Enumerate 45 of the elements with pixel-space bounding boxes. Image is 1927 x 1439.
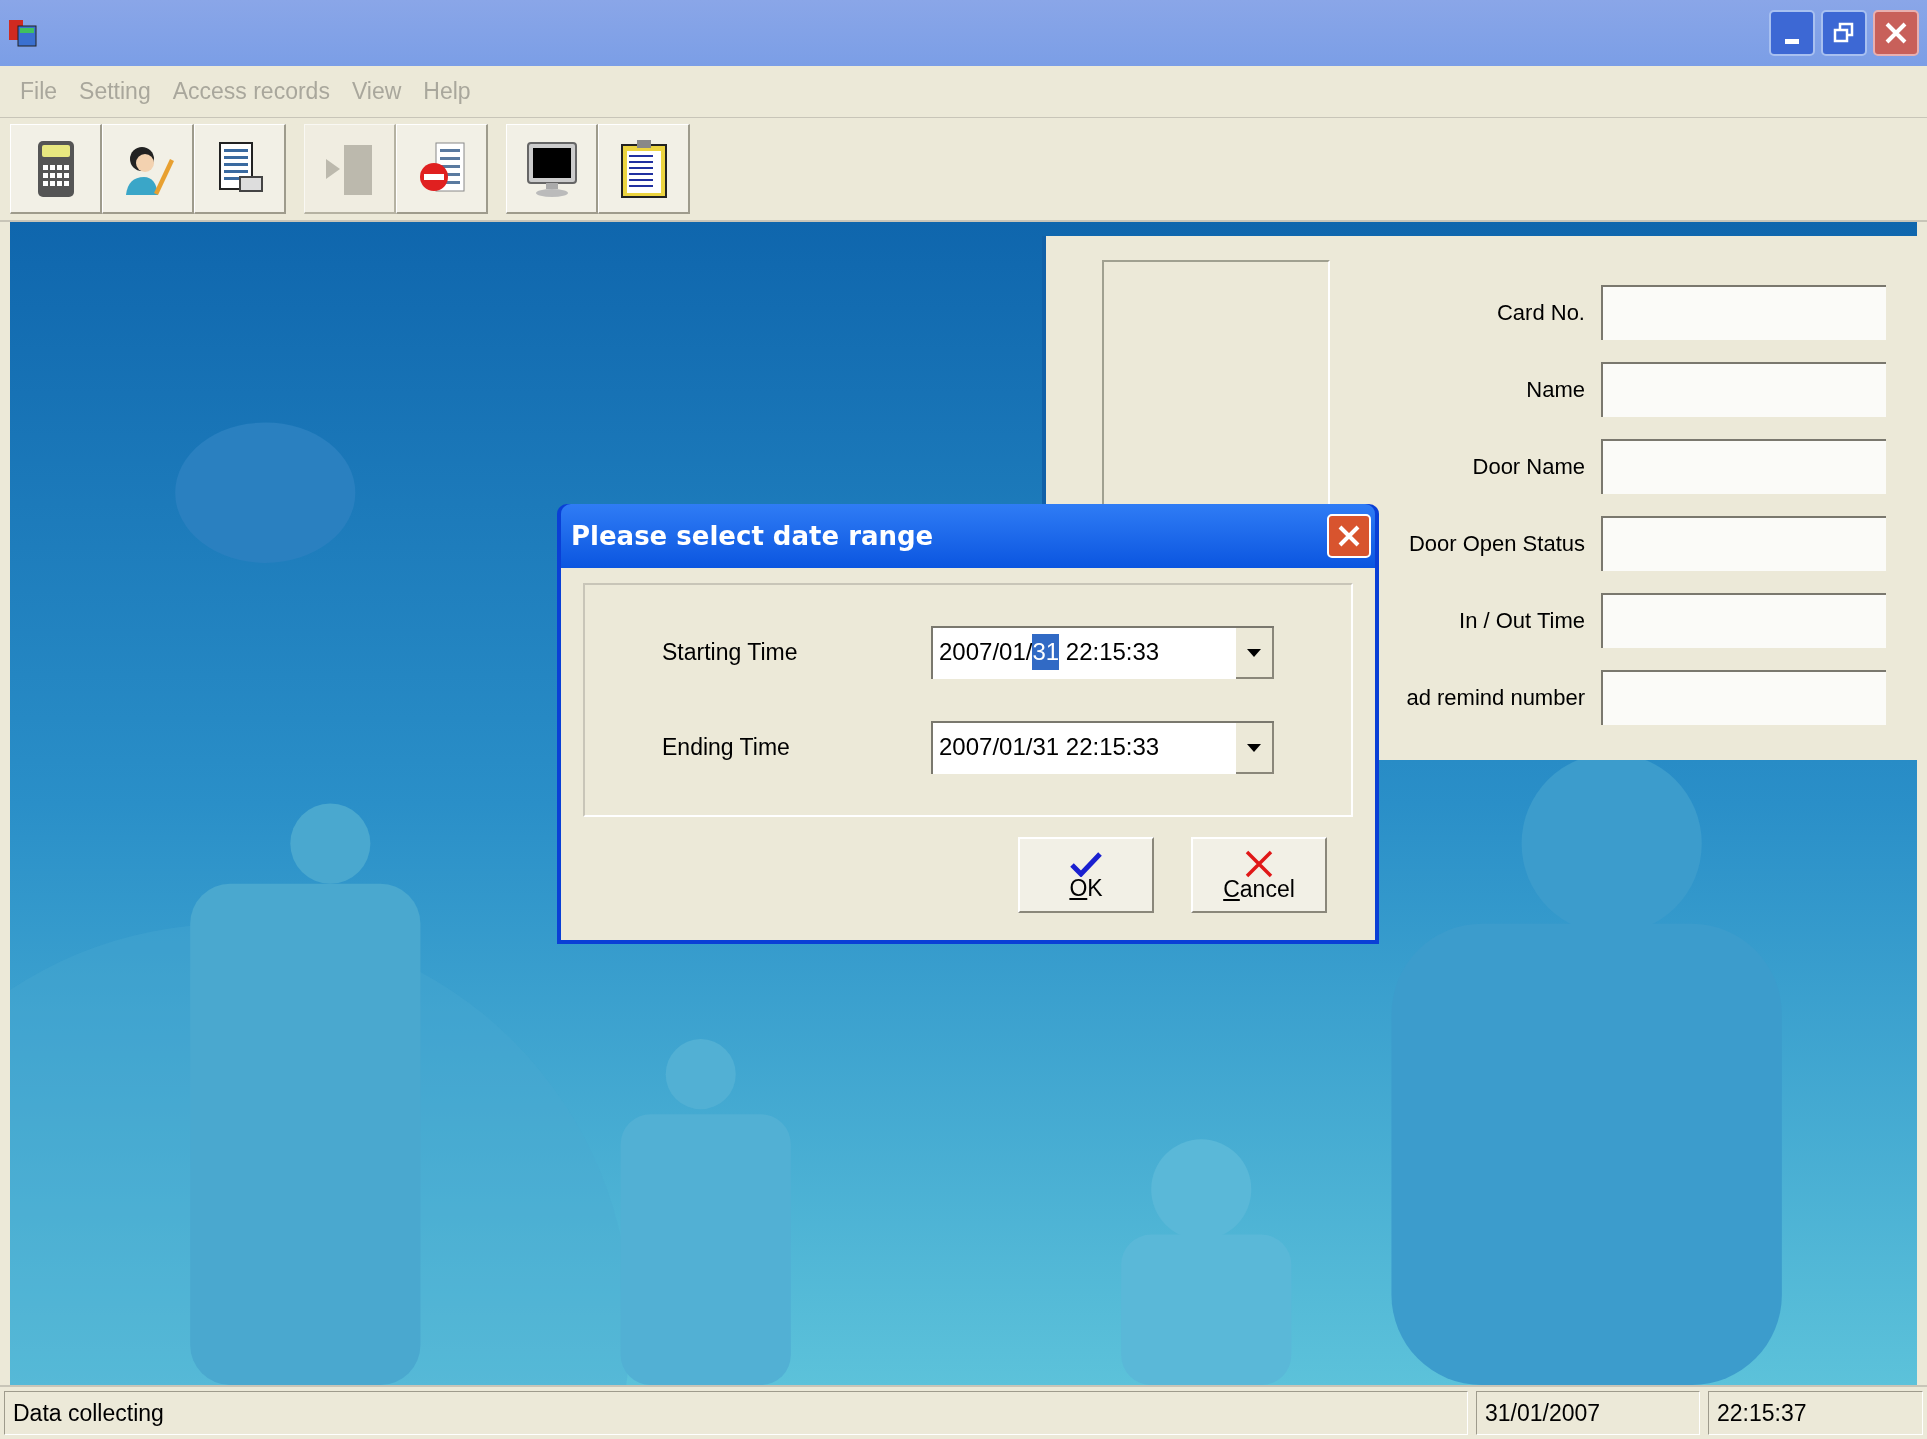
restore-button[interactable] (1821, 10, 1867, 56)
status-text: 22:15:37 (1708, 1391, 1923, 1435)
close-icon (1884, 21, 1908, 45)
ok-button[interactable]: OK (1018, 837, 1154, 913)
toolbar-button[interactable] (10, 124, 102, 214)
status-text: Data collecting (4, 1391, 1468, 1435)
input-field[interactable] (1601, 516, 1886, 571)
dialog-title: Please select date range (571, 519, 934, 553)
toolbar-button[interactable] (194, 124, 286, 214)
minimize-icon (1785, 39, 1799, 44)
cross-icon (1244, 849, 1274, 878)
status-text: 31/01/2007 (1476, 1391, 1700, 1435)
field-label: Name (1526, 376, 1585, 404)
field-label: Door Open Status (1408, 530, 1585, 558)
toolbar-button[interactable] (598, 124, 690, 214)
minimize-button[interactable] (1769, 10, 1815, 56)
input-field[interactable] (1601, 439, 1886, 494)
check-icon (1069, 850, 1103, 877)
dropdown-button[interactable] (1236, 723, 1274, 774)
caret-icon (1247, 648, 1261, 657)
field-label: Card No. (1496, 299, 1585, 327)
menu-item[interactable]: View (351, 74, 402, 109)
caret-icon (1247, 743, 1261, 752)
close-button[interactable] (1873, 10, 1919, 56)
menu-item[interactable]: Setting (79, 74, 151, 109)
input-field[interactable] (1601, 285, 1886, 340)
input-field[interactable] (1601, 593, 1886, 648)
restore-icon (1833, 22, 1855, 44)
field-label: In / Out Time (1459, 607, 1585, 635)
field-label: Starting Time (662, 638, 799, 668)
field-label: Ending Time (662, 733, 791, 763)
toolbar-button[interactable] (102, 124, 194, 214)
field-label: Door Name (1472, 453, 1585, 481)
toolbar-button[interactable] (506, 124, 598, 214)
dropdown-button[interactable] (1236, 628, 1274, 679)
close-icon (1336, 523, 1362, 549)
menu-item[interactable]: File (20, 74, 58, 109)
input-field[interactable] (1601, 670, 1886, 725)
input-field[interactable] (1601, 362, 1886, 417)
dialog-close-button[interactable] (1327, 514, 1371, 558)
cancel-button[interactable]: Cancel (1191, 837, 1327, 913)
field-label: ad remind number (1406, 684, 1585, 712)
menu-item[interactable]: Help (423, 74, 471, 109)
menu-item[interactable]: Access records (172, 74, 330, 109)
app-icon (8, 18, 38, 48)
